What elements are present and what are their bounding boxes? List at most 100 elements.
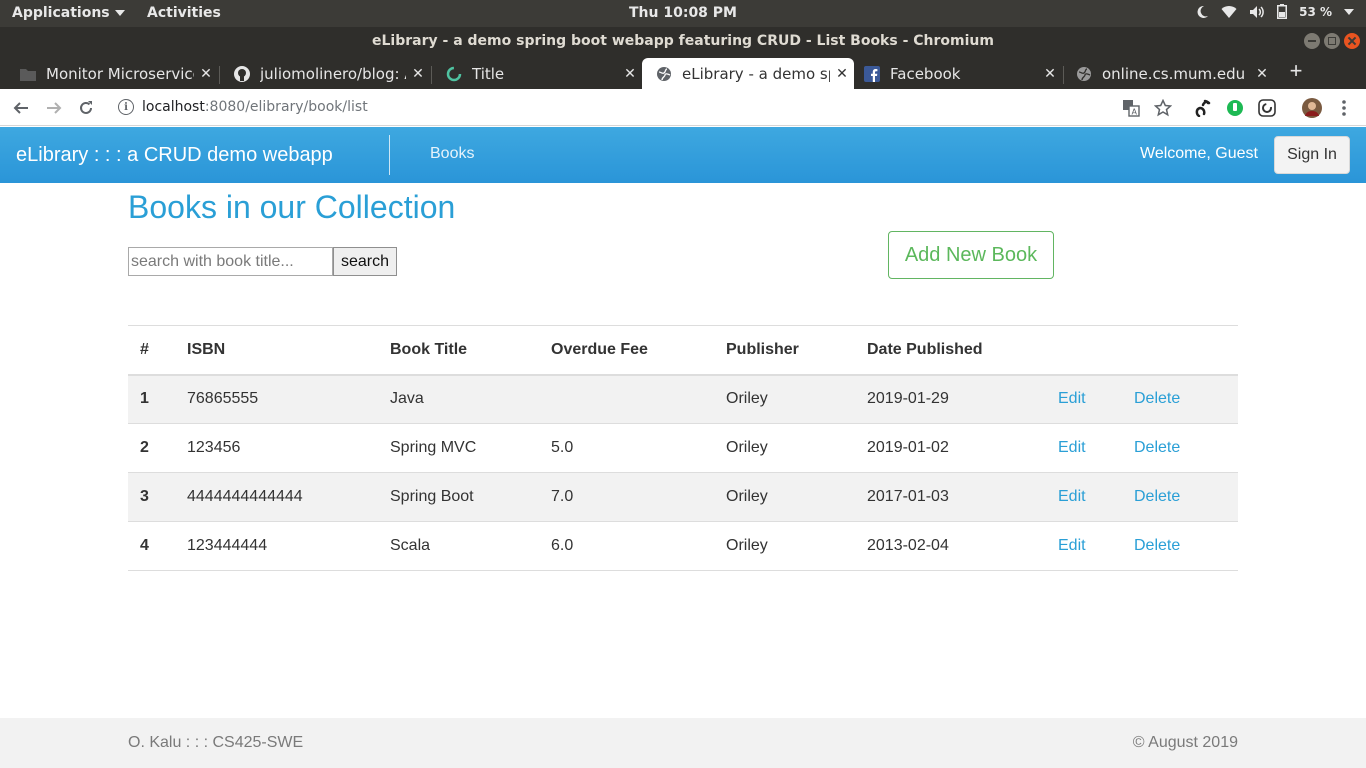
cell-isbn: 76865555: [175, 374, 378, 424]
tab-label: Title: [472, 64, 505, 83]
tab-label: online.cs.mum.edu: [1102, 64, 1246, 83]
tab-close-icon[interactable]: ✕: [406, 66, 430, 82]
site-brand[interactable]: eLibrary : : : a CRUD demo webapp: [16, 144, 333, 167]
translate-icon[interactable]: A: [1121, 98, 1141, 118]
clock[interactable]: Thu 10:08 PM: [629, 5, 737, 21]
github-icon: [234, 65, 250, 82]
cell-delete: Delete: [1122, 374, 1238, 424]
forward-button[interactable]: [43, 97, 65, 119]
tab-label: juliomolinero/blog: A: [260, 64, 406, 83]
maximize-icon: [1328, 37, 1336, 45]
cell-isbn: 123444444: [175, 521, 378, 571]
cell-delete: Delete: [1122, 521, 1238, 571]
reload-icon: [80, 101, 92, 114]
edit-link[interactable]: Edit: [1058, 537, 1086, 554]
cell-title: Scala: [378, 521, 539, 571]
cell-delete: Delete: [1122, 472, 1238, 522]
svg-text:A: A: [1132, 108, 1138, 117]
tab-close-icon[interactable]: ✕: [618, 66, 642, 82]
system-tray[interactable]: 53 %: [1195, 4, 1354, 19]
window-title: eLibrary - a demo spring boot webapp fea…: [372, 33, 994, 49]
cell-edit: Edit: [1046, 521, 1122, 571]
column-header-isbn: ISBN: [175, 325, 378, 376]
cell-title: Spring Boot: [378, 472, 539, 522]
tab-facebook[interactable]: Facebook ✕: [850, 58, 1062, 89]
browser-toolbar: i localhost:8080/elibrary/book/list A: [0, 89, 1366, 126]
edit-link[interactable]: Edit: [1058, 439, 1086, 456]
browser-tab-strip: Monitor Microservices ✕ juliomolinero/bl…: [0, 55, 1366, 89]
table-row: 4 123444444 Scala 6.0 Oriley 2013-02-04 …: [128, 521, 1238, 571]
green-extension-icon[interactable]: [1225, 98, 1245, 118]
delete-link[interactable]: Delete: [1134, 390, 1180, 407]
arrow-left-icon: [13, 102, 28, 114]
cell-date-published: 2013-02-04: [855, 521, 1046, 571]
new-tab-button[interactable]: +: [1285, 60, 1307, 82]
reload-button[interactable]: [75, 97, 97, 119]
cell-overdue-fee: 6.0: [539, 521, 714, 571]
cell-edit: Edit: [1046, 472, 1122, 522]
tab-close-icon[interactable]: ✕: [1250, 66, 1274, 82]
footer-copyright: © August 2019: [1132, 734, 1238, 751]
delete-link[interactable]: Delete: [1134, 537, 1180, 554]
books-table: # ISBN Book Title Overdue Fee Publisher …: [128, 325, 1238, 571]
loading-icon: [446, 66, 462, 82]
column-header-book-title: Book Title: [378, 325, 539, 376]
cell-title: Java: [378, 374, 539, 424]
search-button[interactable]: search: [333, 247, 397, 276]
minimize-button[interactable]: [1304, 33, 1320, 49]
window-title-bar: eLibrary - a demo spring boot webapp fea…: [0, 27, 1366, 55]
kebab-menu-icon[interactable]: [1334, 98, 1354, 118]
folder-icon: [20, 66, 36, 82]
search-input[interactable]: [128, 247, 333, 276]
cell-edit: Edit: [1046, 423, 1122, 473]
bookmark-star-icon[interactable]: [1153, 98, 1173, 118]
back-button[interactable]: [10, 97, 32, 119]
cell-date-published: 2019-01-29: [855, 374, 1046, 424]
footer-author: O. Kalu : : : CS425-SWE: [128, 734, 304, 751]
column-header-publisher: Publisher: [714, 325, 855, 376]
edit-link[interactable]: Edit: [1058, 390, 1086, 407]
close-window-button[interactable]: [1344, 33, 1360, 49]
table-row: 2 123456 Spring MVC 5.0 Oriley 2019-01-0…: [128, 423, 1238, 473]
window-controls: [1304, 33, 1360, 49]
arrow-right-icon: [47, 102, 62, 114]
add-new-book-button[interactable]: Add New Book: [888, 231, 1054, 279]
column-header-date-published: Date Published: [855, 325, 1046, 376]
tab-online-cs-mum[interactable]: online.cs.mum.edu ✕: [1062, 58, 1274, 89]
edit-link[interactable]: Edit: [1058, 488, 1086, 505]
tab-monitor-microservices[interactable]: Monitor Microservices ✕: [6, 58, 218, 89]
delete-link[interactable]: Delete: [1134, 439, 1180, 456]
cell-publisher: Oriley: [714, 472, 855, 522]
applications-menu[interactable]: Applications: [12, 5, 125, 21]
gnome-extension-icon[interactable]: [1193, 98, 1213, 118]
table-row: 1 76865555 Java Oriley 2019-01-29 Edit D…: [128, 374, 1238, 424]
tab-elibrary-active[interactable]: eLibrary - a demo spring ✕: [642, 58, 854, 89]
address-bar[interactable]: i localhost:8080/elibrary/book/list: [108, 93, 1183, 121]
wifi-icon: [1221, 5, 1237, 19]
tab-title[interactable]: Title ✕: [432, 58, 642, 89]
column-header-number: #: [128, 325, 175, 376]
cell-publisher: Oriley: [714, 423, 855, 473]
night-light-icon: [1195, 5, 1209, 19]
caret-down-icon: [114, 10, 125, 16]
sign-in-button[interactable]: Sign In: [1274, 136, 1350, 174]
battery-icon: [1277, 4, 1288, 19]
site-info-icon[interactable]: i: [118, 99, 134, 115]
tab-close-icon[interactable]: ✕: [1038, 66, 1062, 82]
cell-overdue-fee: [539, 374, 714, 424]
avatar[interactable]: [1302, 98, 1322, 118]
url-host: localhost: [142, 99, 205, 115]
activities-button[interactable]: Activities: [147, 5, 221, 21]
nav-link-books[interactable]: Books: [430, 145, 474, 163]
tab-close-icon[interactable]: ✕: [194, 66, 218, 82]
tab-github-blog[interactable]: juliomolinero/blog: A ✕: [220, 58, 430, 89]
column-header-edit: [1046, 325, 1122, 376]
column-header-overdue-fee: Overdue Fee: [539, 325, 714, 376]
chevron-down-icon: [1344, 8, 1354, 16]
cell-edit: Edit: [1046, 374, 1122, 424]
minimize-icon: [1308, 40, 1316, 42]
sync-extension-icon[interactable]: [1257, 98, 1277, 118]
delete-link[interactable]: Delete: [1134, 488, 1180, 505]
maximize-button[interactable]: [1324, 33, 1340, 49]
navbar-divider: [389, 135, 390, 175]
